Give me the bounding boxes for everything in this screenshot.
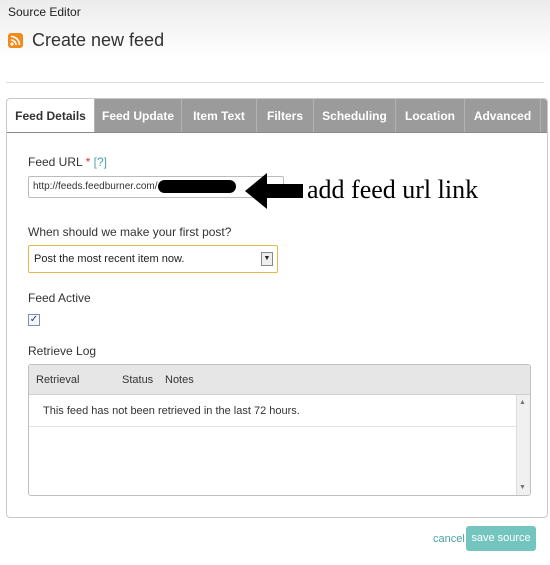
- column-retrieval[interactable]: Retrieval: [36, 374, 79, 386]
- feed-url-label-text: Feed URL: [28, 155, 83, 169]
- chevron-down-icon[interactable]: ▼: [261, 252, 273, 266]
- first-post-label: When should we make your first post?: [28, 225, 232, 239]
- rss-icon: [8, 33, 23, 48]
- first-post-select[interactable]: Post the most recent item now. ▼: [28, 245, 278, 273]
- retrieve-log-table: Retrieval Status Notes This feed has not…: [28, 364, 531, 496]
- tab-location[interactable]: Location: [396, 99, 465, 132]
- page-title: Create new feed: [32, 30, 165, 50]
- tab-filters[interactable]: Filters: [257, 99, 314, 132]
- retrieve-log-label: Retrieve Log: [28, 344, 97, 358]
- cancel-link[interactable]: cancel: [433, 533, 465, 545]
- feed-editor-panel: Feed Details Feed Update Item Text Filte…: [6, 98, 548, 518]
- scroll-down-icon[interactable]: ▼: [519, 484, 526, 491]
- arrow-left-icon: [245, 171, 305, 216]
- empty-message: This feed has not been retrieved in the …: [43, 405, 300, 417]
- table-scrollbar[interactable]: ▲ ▼: [516, 395, 530, 495]
- tab-advanced[interactable]: Advanced: [465, 99, 541, 132]
- annotation-text: add feed url link: [307, 175, 479, 204]
- table-row: This feed has not been retrieved in the …: [29, 395, 517, 427]
- redaction-mark: [158, 180, 236, 193]
- tab-feed-update[interactable]: Feed Update: [95, 99, 182, 132]
- save-source-button[interactable]: save source: [466, 526, 536, 551]
- required-marker: *: [85, 155, 91, 169]
- tab-item-text[interactable]: Item Text: [182, 99, 257, 132]
- divider: [6, 82, 544, 83]
- window-title: Source Editor: [8, 5, 81, 19]
- tab-bar: Feed Details Feed Update Item Text Filte…: [7, 99, 547, 133]
- first-post-selected-value: Post the most recent item now.: [34, 253, 185, 265]
- feed-url-label: Feed URL * [?]: [28, 155, 107, 169]
- table-header: Retrieval Status Notes: [29, 365, 530, 395]
- column-notes[interactable]: Notes: [165, 374, 194, 386]
- feed-url-help-link[interactable]: [?]: [94, 155, 107, 169]
- scroll-up-icon[interactable]: ▲: [519, 399, 526, 406]
- tab-feed-details[interactable]: Feed Details: [7, 99, 95, 132]
- feed-active-checkbox[interactable]: ✓: [28, 314, 40, 326]
- column-status[interactable]: Status: [122, 374, 153, 386]
- tab-scheduling[interactable]: Scheduling: [314, 99, 396, 132]
- feed-active-label: Feed Active: [28, 291, 91, 305]
